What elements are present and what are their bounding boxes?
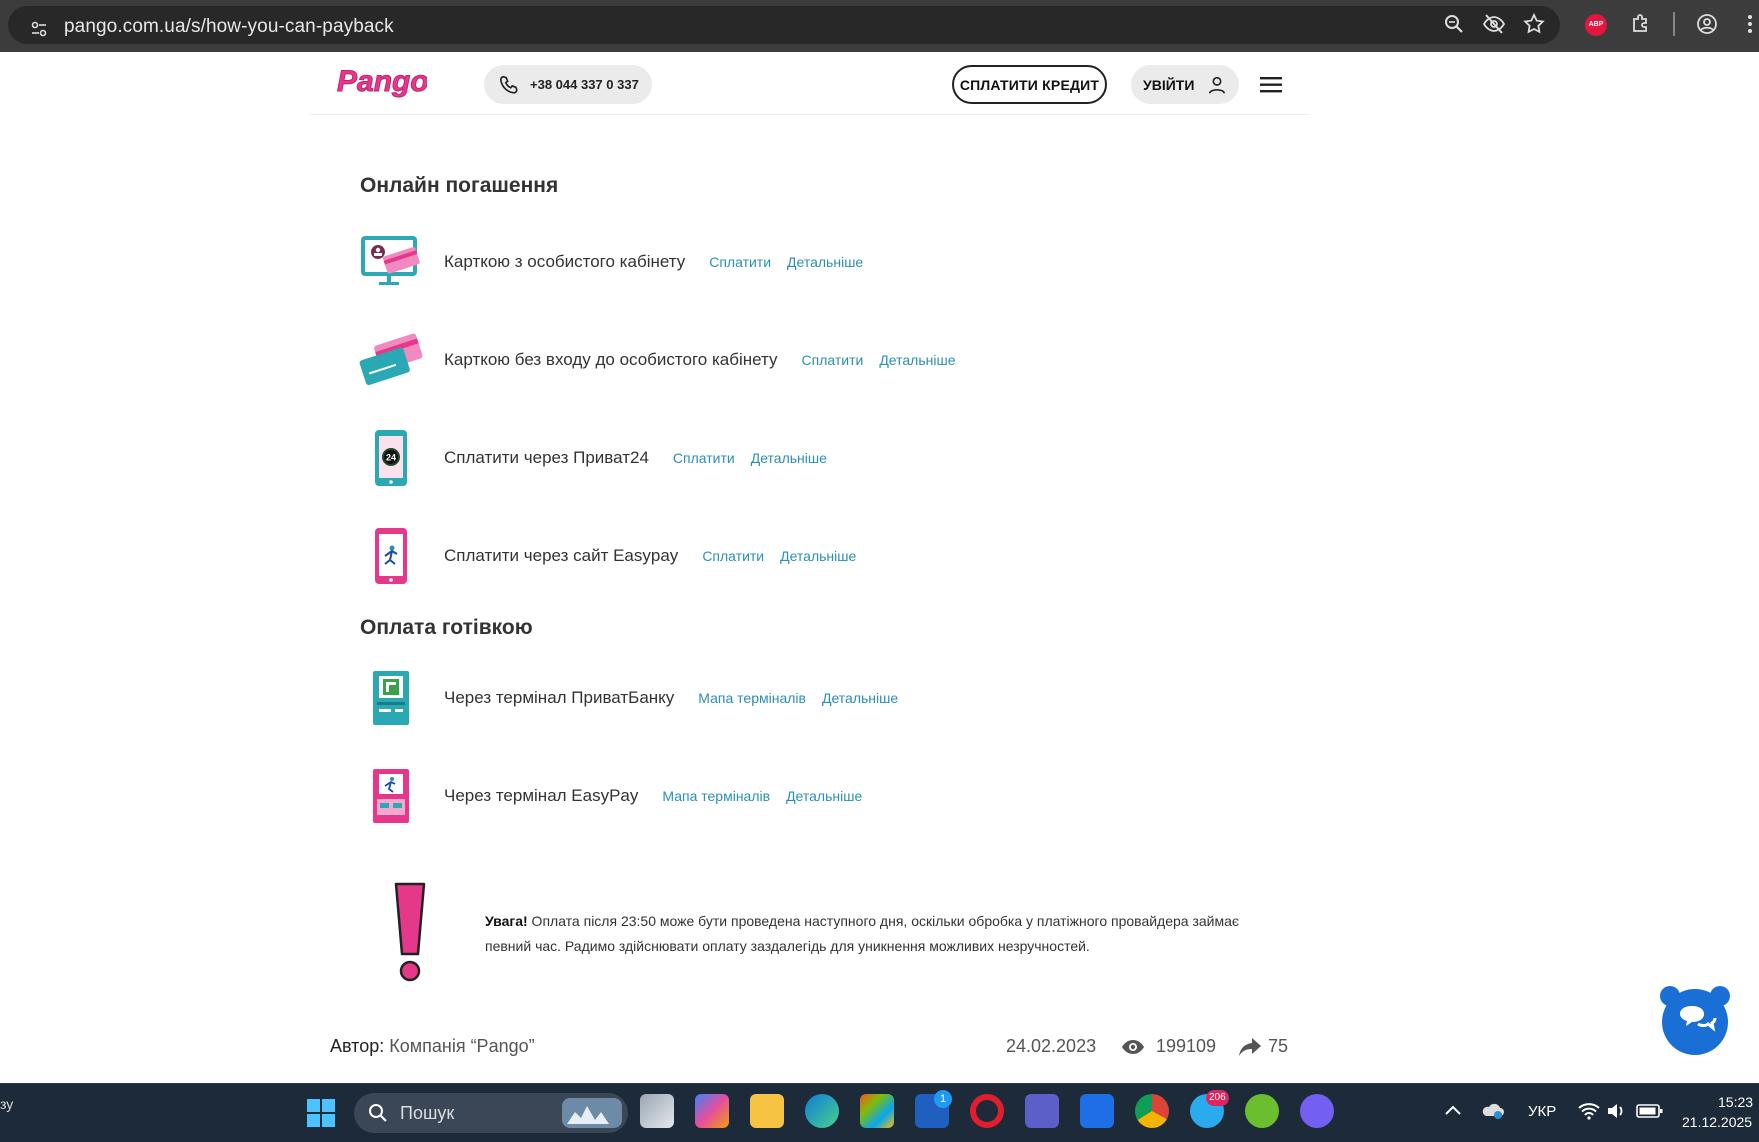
privat-terminal-icon xyxy=(358,666,424,730)
eye-off-icon[interactable] xyxy=(1482,12,1506,36)
pay-link[interactable]: Сплатити xyxy=(702,548,764,564)
list-item-label: Карткою без входу до особистого кабінету xyxy=(444,350,778,369)
onedrive-icon[interactable] xyxy=(1480,1100,1504,1120)
pay-credit-button[interactable]: СПЛАТИТИ КРЕДИТ xyxy=(952,65,1107,104)
kebab-menu-icon[interactable] xyxy=(1738,12,1759,36)
pango-logo[interactable]: Pango xyxy=(335,62,428,102)
warning-text: Увага! Оплата після 23:50 може бути пров… xyxy=(485,909,1265,959)
chevron-up-icon[interactable] xyxy=(1444,1104,1462,1116)
address-bar[interactable]: pango.com.ua/s/how-you-can-payback xyxy=(8,6,1560,44)
eye-icon xyxy=(1122,1040,1144,1054)
phone-number: +38 044 337 0 337 xyxy=(530,77,639,92)
language-indicator[interactable]: УКР xyxy=(1528,1103,1556,1120)
author-name: Компанія “Pango” xyxy=(384,1036,535,1056)
warning-message: Оплата після 23:50 може бути проведена н… xyxy=(485,913,1240,954)
utorrent-icon[interactable] xyxy=(1245,1094,1279,1128)
phone-button[interactable]: +38 044 337 0 337 xyxy=(484,65,652,104)
author-label: Автор: xyxy=(330,1036,385,1056)
list-item: Карткою з особистого кабінету Сплатити Д… xyxy=(358,230,863,294)
details-link[interactable]: Детальніше xyxy=(780,548,856,564)
svg-text:Pango: Pango xyxy=(337,65,427,98)
monitor-card-icon xyxy=(358,230,424,294)
task-view-icon[interactable] xyxy=(640,1094,674,1128)
chrome-icon[interactable] xyxy=(1135,1094,1169,1128)
viber-icon[interactable] xyxy=(1300,1094,1334,1128)
extensions-icon[interactable] xyxy=(1629,12,1653,36)
file-explorer-icon[interactable] xyxy=(750,1094,784,1128)
phone-icon xyxy=(499,75,518,94)
publish-date: 24.02.2023 xyxy=(1006,1036,1097,1056)
list-item: 24 Сплатити через Приват24 Сплатити Дета… xyxy=(358,426,827,490)
site-settings-icon[interactable] xyxy=(30,20,48,38)
list-item-label: Сплатити через Приват24 xyxy=(444,448,649,467)
list-item-label: Сплатити через сайт Easypay xyxy=(444,546,679,565)
hamburger-menu-icon[interactable] xyxy=(1260,76,1282,94)
share-icon[interactable] xyxy=(1238,1036,1262,1058)
list-item-label: Через термінал EasyPay xyxy=(444,786,639,805)
views-count: 199109 xyxy=(1156,1036,1217,1056)
zoom-icon[interactable] xyxy=(1442,12,1466,36)
login-button[interactable]: УВІЙТИ xyxy=(1131,65,1239,104)
taskbar-search[interactable]: Пошук xyxy=(354,1093,628,1133)
dropbox-icon[interactable] xyxy=(1080,1094,1114,1128)
terminals-map-link[interactable]: Мапа терміналів xyxy=(662,788,770,804)
ms-store-icon[interactable] xyxy=(860,1094,894,1128)
details-link[interactable]: Детальніше xyxy=(786,788,862,804)
list-item: Сплатити через сайт Easypay Сплатити Дет… xyxy=(358,524,856,588)
volume-icon[interactable] xyxy=(1606,1102,1626,1120)
card-icon xyxy=(358,328,424,392)
warning-label: Увага! xyxy=(485,913,528,929)
telegram-badge: 206 xyxy=(1206,1090,1229,1106)
teams-icon[interactable] xyxy=(1025,1094,1059,1128)
list-item: Через термінал EasyPay Мапа терміналів Д… xyxy=(358,764,862,828)
details-link[interactable]: Детальніше xyxy=(751,450,827,466)
terminals-map-link[interactable]: Мапа терміналів xyxy=(698,690,806,706)
browser-toolbar: pango.com.ua/s/how-you-can-payback ABP xyxy=(0,0,1759,52)
easypay-phone-icon xyxy=(358,524,424,588)
wifi-icon[interactable] xyxy=(1578,1102,1600,1120)
profile-icon[interactable] xyxy=(1695,12,1719,36)
cash-section-title: Оплата готівкою xyxy=(360,616,533,639)
svg-text:24: 24 xyxy=(386,453,396,463)
shares-count: 75 xyxy=(1268,1036,1289,1056)
privat24-phone-icon: 24 xyxy=(358,426,424,490)
adblock-icon[interactable]: ABP xyxy=(1585,14,1607,36)
search-placeholder: Пошук xyxy=(400,1102,455,1123)
copilot-icon[interactable] xyxy=(695,1094,729,1128)
edge-icon[interactable] xyxy=(805,1094,839,1128)
url-text[interactable]: pango.com.ua/s/how-you-can-payback xyxy=(64,16,394,38)
toolbar-divider xyxy=(1673,12,1675,36)
left-edge-text: зу xyxy=(0,1096,14,1112)
details-link[interactable]: Детальніше xyxy=(879,352,955,368)
clock-time[interactable]: 15:23 xyxy=(1718,1094,1753,1110)
windows-start-icon[interactable] xyxy=(306,1098,336,1128)
lingvo-badge: 1 xyxy=(934,1090,952,1108)
author-line: Автор: Компанія “Pango” xyxy=(330,1036,535,1057)
battery-icon[interactable] xyxy=(1636,1103,1664,1119)
easypay-terminal-icon xyxy=(358,764,424,828)
pay-link[interactable]: Сплатити xyxy=(709,254,771,270)
list-item: Карткою без входу до особистого кабінету… xyxy=(358,328,956,392)
user-icon xyxy=(1209,76,1226,94)
pay-link[interactable]: Сплатити xyxy=(673,450,735,466)
list-item-label: Карткою з особистого кабінету xyxy=(444,252,686,271)
details-link[interactable]: Детальніше xyxy=(787,254,863,270)
pay-link[interactable]: Сплатити xyxy=(802,352,864,368)
list-item-label: Через термінал ПриватБанку xyxy=(444,688,675,707)
list-item: Через термінал ПриватБанку Мапа термінал… xyxy=(358,666,898,730)
opera-icon[interactable] xyxy=(970,1094,1004,1128)
online-section-title: Онлайн погашення xyxy=(360,174,559,197)
login-label: УВІЙТИ xyxy=(1143,76,1195,93)
exclamation-icon xyxy=(394,882,426,982)
chat-widget-icon[interactable] xyxy=(1658,984,1732,1056)
star-icon[interactable] xyxy=(1522,12,1546,36)
details-link[interactable]: Детальніше xyxy=(822,690,898,706)
clock-date[interactable]: 21.12.2025 xyxy=(1682,1114,1752,1130)
search-highlight-icon xyxy=(562,1098,622,1128)
search-icon xyxy=(369,1104,387,1122)
